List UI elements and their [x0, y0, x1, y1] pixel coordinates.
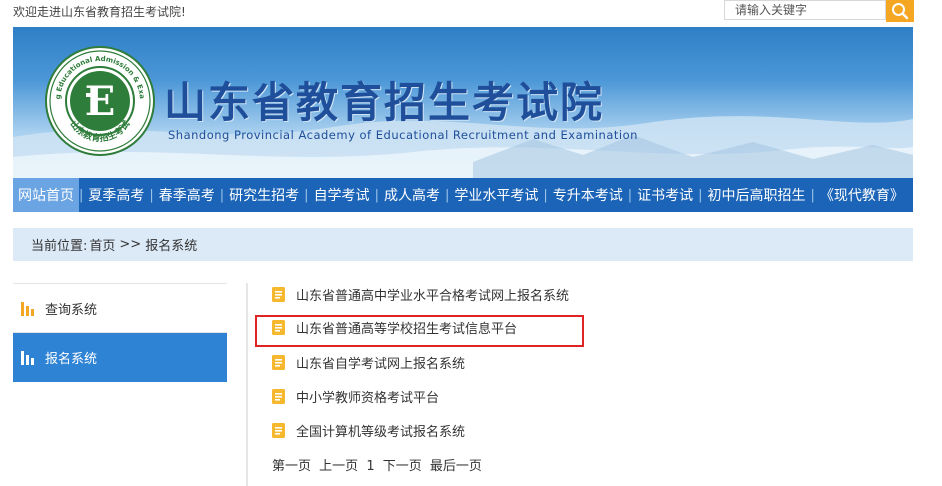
breadcrumb-prefix: 当前位置: — [31, 239, 88, 254]
nav-item-modern-education[interactable]: 《现代教育》 — [815, 178, 909, 212]
list-item-highlighted[interactable]: 山东省普通高等学校招生考试信息平台 — [272, 317, 517, 337]
site-title: 山东省教育招生考试院 — [164, 78, 605, 127]
bar-chart-icon — [21, 349, 35, 365]
nav-item-upgrade-exam[interactable]: 专升本考试 — [548, 178, 628, 212]
sidebar-item-label: 报名系统 — [45, 351, 98, 367]
nav-item-self-study-exam[interactable]: 自学考试 — [309, 178, 375, 212]
welcome-text: 欢迎走进山东省教育招生考试院! — [13, 5, 186, 19]
search-button[interactable] — [886, 0, 914, 22]
nav-item-certificate-exam[interactable]: 证书考试 — [632, 178, 698, 212]
list-item-text: 山东省普通高中学业水平合格考试网上报名系统 — [296, 288, 570, 304]
list-item[interactable]: 山东省自学考试网上报名系统 — [272, 352, 465, 372]
list-item-text: 中小学教师资格考试平台 — [296, 390, 440, 406]
sidebar-item-label: 查询系统 — [45, 302, 98, 318]
nav-item-academic-level-exam[interactable]: 学业水平考试 — [449, 178, 543, 212]
search-box — [724, 0, 914, 22]
nav-item-home[interactable]: 网站首页 — [13, 178, 79, 212]
breadcrumb: 当前位置: 首页 >> 报名系统 — [13, 228, 913, 261]
document-icon — [272, 286, 286, 302]
breadcrumb-separator: >> — [119, 237, 142, 252]
pagination: 第一页 上一页 1 下一页 最后一页 — [272, 455, 482, 474]
search-input[interactable] — [724, 0, 886, 20]
list-item[interactable]: 中小学教师资格考试平台 — [272, 386, 439, 406]
list-item[interactable]: 山东省普通高中学业水平合格考试网上报名系统 — [272, 284, 569, 304]
content-divider — [246, 283, 248, 486]
first-page-link[interactable]: 第一页 — [272, 459, 311, 474]
academy-logo: E Shandong Educational Admission & Exami… — [40, 39, 156, 161]
nav-item-summer-gaokao[interactable]: 夏季高考 — [83, 178, 149, 212]
sidebar: 查询系统 报名系统 — [13, 283, 227, 382]
main-nav: 网站首页 | 夏季高考 | 春季高考 | 研究生招考 | 自学考试 | 成人高考… — [13, 178, 913, 212]
nav-item-spring-gaokao[interactable]: 春季高考 — [154, 178, 220, 212]
prev-page-link[interactable]: 上一页 — [319, 459, 358, 474]
breadcrumb-home-link[interactable]: 首页 — [89, 235, 115, 254]
next-page-link[interactable]: 下一页 — [383, 459, 422, 474]
nav-item-vocational-admission[interactable]: 初中后高职招生 — [703, 178, 811, 212]
breadcrumb-current: 报名系统 — [145, 239, 198, 254]
top-bar: 欢迎走进山东省教育招生考试院! — [0, 0, 942, 24]
document-icon — [272, 422, 286, 438]
nav-item-graduate-exam[interactable]: 研究生招考 — [224, 178, 304, 212]
list-item[interactable]: 全国计算机等级考试报名系统 — [272, 420, 465, 440]
list-item-text: 山东省自学考试网上报名系统 — [296, 356, 466, 372]
document-icon — [272, 388, 286, 404]
header-banner: E Shandong Educational Admission & Exami… — [13, 27, 913, 178]
list-item-text: 全国计算机等级考试报名系统 — [296, 424, 466, 440]
site-subtitle: Shandong Provincial Academy of Education… — [168, 128, 638, 142]
sidebar-item-query-system[interactable]: 查询系统 — [13, 283, 227, 333]
current-page-number: 1 — [366, 459, 375, 474]
last-page-link[interactable]: 最后一页 — [430, 459, 482, 474]
list-item-text: 山东省普通高等学校招生考试信息平台 — [296, 321, 518, 337]
sidebar-item-registration-system[interactable]: 报名系统 — [13, 333, 227, 382]
document-icon — [272, 319, 286, 335]
nav-item-adult-gaokao[interactable]: 成人高考 — [379, 178, 445, 212]
svg-text:E: E — [85, 78, 116, 125]
magnifier-icon — [892, 3, 909, 20]
document-icon — [272, 354, 286, 370]
bar-chart-icon — [21, 300, 35, 316]
